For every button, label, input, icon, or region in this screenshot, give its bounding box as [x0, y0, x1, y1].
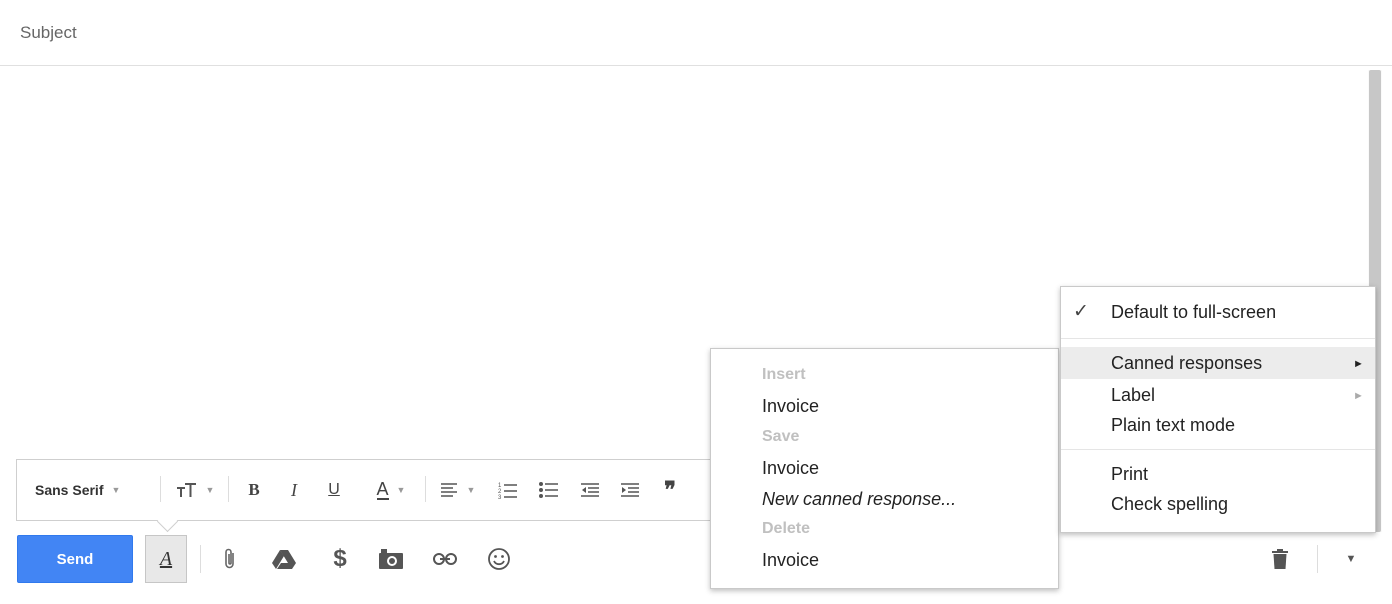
chevron-down-icon: ▼: [205, 485, 215, 495]
menu-divider: [1061, 449, 1375, 450]
canned-responses-submenu: Insert Invoice Save Invoice New canned r…: [710, 348, 1059, 589]
save-header: Save: [762, 428, 800, 445]
plain-text-mode-label: Plain text mode: [1111, 415, 1236, 435]
print-label: Print: [1111, 464, 1149, 484]
insert-header: Insert: [762, 366, 806, 383]
font-family-select[interactable]: Sans Serif ▼: [35, 460, 120, 520]
send-button[interactable]: Send: [17, 535, 133, 583]
delete-invoice-item[interactable]: Invoice: [762, 550, 819, 571]
link-icon[interactable]: [427, 537, 463, 581]
font-family-label: Sans Serif: [35, 482, 104, 498]
label-label: Label: [1111, 385, 1156, 405]
align-button[interactable]: ▼: [433, 460, 483, 520]
indent-less-icon[interactable]: [573, 460, 607, 520]
save-invoice-item[interactable]: Invoice: [762, 458, 819, 479]
chevron-down-icon: ▼: [396, 485, 406, 495]
divider: [200, 545, 201, 573]
indent-more-icon[interactable]: [613, 460, 647, 520]
font-size-icon: [176, 482, 198, 498]
attach-icon[interactable]: [212, 537, 248, 581]
delete-header: Delete: [762, 520, 811, 537]
align-icon: [440, 483, 459, 497]
money-icon[interactable]: $: [322, 537, 358, 581]
trash-icon[interactable]: [1262, 537, 1298, 581]
drive-icon[interactable]: [266, 537, 302, 581]
subject-input[interactable]: [18, 18, 922, 48]
formatting-options-button[interactable]: A: [145, 535, 187, 583]
divider: [1317, 545, 1318, 573]
menu-divider: [1061, 338, 1375, 339]
submenu-arrow-icon: ►: [1353, 358, 1364, 370]
more-options-menu: ✓ Default to full-screen Canned response…: [1060, 286, 1376, 533]
label-item[interactable]: Label ►: [1061, 380, 1375, 408]
default-fullscreen-label: Default to full-screen: [1111, 302, 1277, 322]
format-text-icon: A: [159, 547, 173, 570]
bold-icon[interactable]: B: [239, 460, 269, 520]
chevron-down-icon: ▼: [466, 485, 476, 495]
quote-icon[interactable]: ❞: [653, 460, 687, 520]
text-color-icon: A: [376, 479, 389, 500]
underline-icon[interactable]: U: [319, 460, 349, 520]
divider: [425, 476, 426, 502]
insert-invoice-item[interactable]: Invoice: [762, 396, 819, 417]
divider: [228, 476, 229, 502]
text-color-button[interactable]: A ▼: [364, 460, 418, 520]
canned-responses-item[interactable]: Canned responses ►: [1061, 347, 1375, 379]
photo-icon[interactable]: [373, 537, 409, 581]
more-options-chevron-icon[interactable]: ▼: [1333, 537, 1369, 581]
new-canned-response-item[interactable]: New canned response...: [762, 489, 956, 510]
emoji-icon[interactable]: [481, 537, 517, 581]
chevron-down-icon: ▼: [111, 485, 121, 495]
numbered-list-icon[interactable]: 123: [491, 460, 525, 520]
check-spelling-label: Check spelling: [1111, 494, 1229, 514]
plain-text-mode-item[interactable]: Plain text mode: [1061, 411, 1375, 439]
svg-text:3: 3: [498, 495, 502, 499]
canned-responses-label: Canned responses: [1111, 353, 1263, 373]
formatting-bar: Sans Serif ▼ ▼ B I U A ▼ ▼ 123 ❞: [16, 459, 756, 521]
submenu-arrow-icon: ►: [1353, 390, 1364, 402]
print-item[interactable]: Print: [1061, 461, 1375, 489]
bulleted-list-icon[interactable]: [532, 460, 566, 520]
checkmark-icon: ✓: [1073, 301, 1089, 322]
default-fullscreen-item[interactable]: ✓ Default to full-screen: [1061, 297, 1375, 331]
check-spelling-item[interactable]: Check spelling: [1061, 492, 1375, 520]
font-size-button[interactable]: ▼: [169, 460, 221, 520]
divider: [160, 476, 161, 502]
italic-icon[interactable]: I: [279, 460, 309, 520]
subject-row: [0, 0, 1392, 66]
